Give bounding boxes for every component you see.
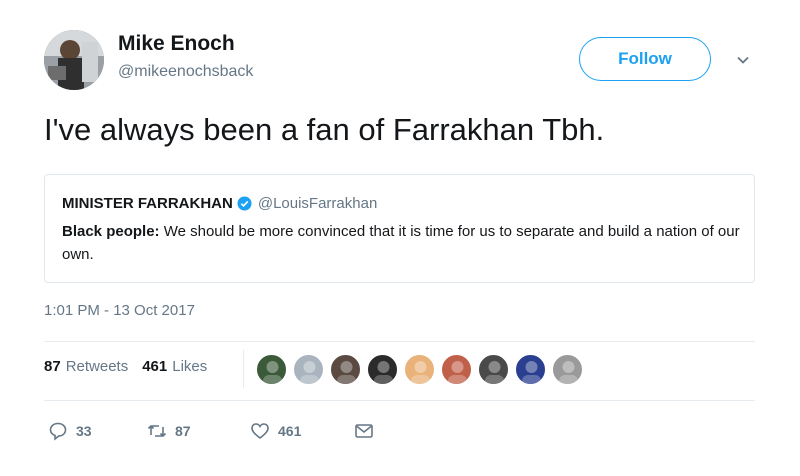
likes-label[interactable]: Likes [172, 358, 207, 375]
avatar-image [44, 30, 104, 90]
liker-avatar[interactable] [293, 354, 324, 385]
retweet-icon [147, 425, 167, 437]
liker-avatar[interactable] [552, 354, 583, 385]
liker-avatar[interactable] [441, 354, 472, 385]
stats-divider [243, 350, 244, 388]
liker-avatar[interactable] [367, 354, 398, 385]
quoted-tweet-header: MINISTER FARRAKHAN @LouisFarrakhan [62, 195, 377, 212]
quoted-tweet-text-bold: Black people: [62, 223, 160, 240]
quoted-tweet-text: Black people: We should be more convince… [62, 220, 742, 266]
quoted-tweet-text-rest: We should be more convinced that it is t… [62, 223, 740, 263]
likes-count[interactable]: 461 [142, 358, 167, 375]
liker-avatar[interactable] [478, 354, 509, 385]
tweet-timestamp[interactable]: 1:01 PM - 13 Oct 2017 [44, 302, 195, 319]
author-name[interactable]: Mike Enoch [118, 32, 235, 56]
reply-count: 33 [76, 423, 92, 439]
quoted-author-handle: @LouisFarrakhan [257, 195, 378, 212]
reply-button[interactable]: 33 [48, 421, 92, 441]
envelope-icon [355, 424, 373, 438]
heart-icon [251, 423, 269, 440]
retweet-button[interactable]: 87 [147, 421, 191, 441]
divider [44, 400, 755, 401]
quoted-tweet[interactable]: MINISTER FARRAKHAN @LouisFarrakhan Black… [44, 174, 755, 283]
follow-button[interactable]: Follow [579, 37, 711, 81]
quoted-author-name: MINISTER FARRAKHAN [62, 195, 233, 212]
liker-avatar[interactable] [330, 354, 361, 385]
retweet-count: 87 [175, 423, 191, 439]
liker-avatar[interactable] [256, 354, 287, 385]
retweets-count[interactable]: 87 [44, 358, 61, 375]
verified-badge-icon [237, 196, 252, 211]
author-handle[interactable]: @mikeenochsback [118, 63, 253, 81]
like-button[interactable]: 461 [250, 421, 301, 441]
like-count: 461 [278, 423, 302, 439]
liker-avatar[interactable] [515, 354, 546, 385]
divider [44, 341, 755, 342]
author-avatar[interactable] [44, 30, 104, 90]
tweet-stats: 87 Retweets 461 Likes [44, 358, 207, 375]
reply-icon [49, 422, 67, 441]
direct-message-button[interactable] [354, 421, 382, 441]
retweets-label[interactable]: Retweets [66, 358, 129, 375]
liker-avatar[interactable] [404, 354, 435, 385]
tweet-text: I've always been a fan of Farrakhan Tbh. [44, 112, 605, 147]
chevron-down-icon[interactable] [735, 52, 751, 68]
